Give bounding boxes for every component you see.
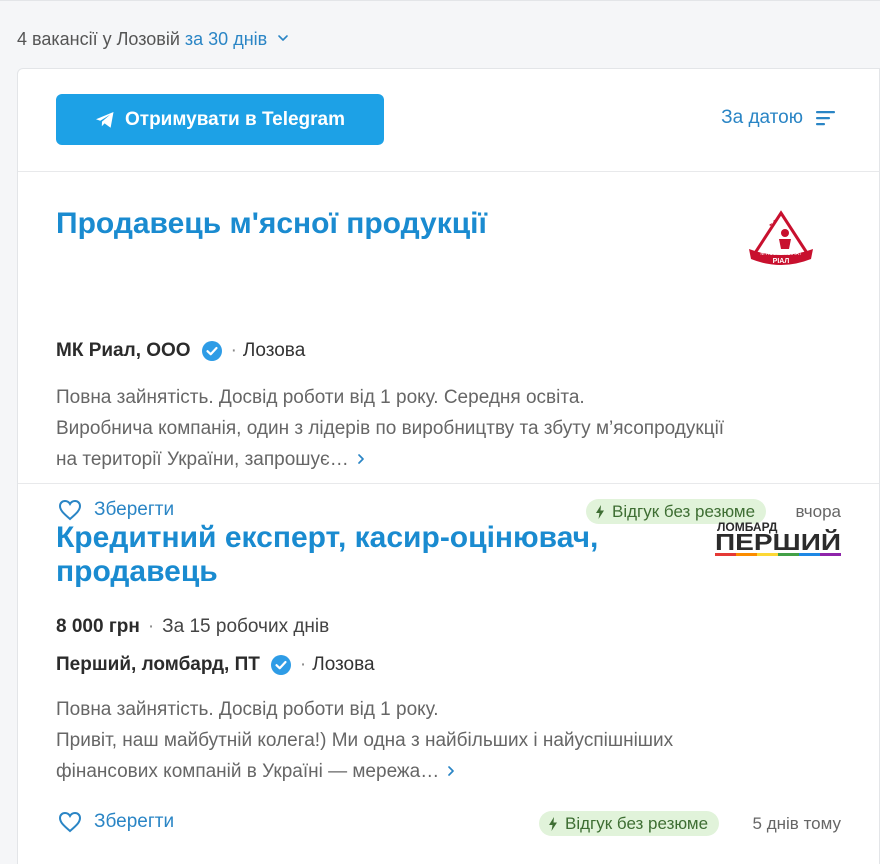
vacancy-list-card: Отримувати в Telegram За датою Продавець… xyxy=(17,68,880,864)
company-logo-rial: М'ЯСОКОМБІНАТ РІАЛ xyxy=(749,210,813,265)
list-toolbar: Отримувати в Telegram За датою xyxy=(18,69,879,172)
separator-dot: · xyxy=(147,616,155,637)
sort-label: За датою xyxy=(721,107,803,128)
telegram-icon xyxy=(95,111,114,128)
sort-lines-icon xyxy=(816,111,835,126)
description-line: Повна зайнятість. Досвід роботи від 1 ро… xyxy=(56,387,585,408)
period-dropdown[interactable]: за 30 днів xyxy=(185,29,290,50)
save-button[interactable]: Зберегти xyxy=(58,811,174,833)
company-line: МК Риал, ООО · Лозова xyxy=(56,340,305,362)
chevron-right-icon[interactable] xyxy=(445,764,457,778)
separator-dot: · xyxy=(299,654,307,675)
company-logo-pershyi: ЛОМБАРД ПЕРШИЙ xyxy=(715,520,841,556)
save-label: Зберегти xyxy=(94,811,175,832)
posted-time: 5 днів тому xyxy=(752,814,841,833)
company-name[interactable]: Перший, ломбард, ПТ xyxy=(56,654,260,676)
company-line: Перший, ломбард, ПТ · Лозова xyxy=(56,654,375,676)
company-name[interactable]: МК Риал, ООО xyxy=(56,340,191,362)
title-line: Кредитний експерт, касир-оцінювач, xyxy=(56,521,599,554)
period-label: за 30 днів xyxy=(184,29,268,49)
description-line: на території України, запрошує… xyxy=(56,449,349,470)
vacancy-description: Повна зайнятість. Досвід роботи від 1 ро… xyxy=(56,694,816,787)
vacancy-card: Продавець м'ясної продукції М'ЯСОКОМБІНА… xyxy=(18,172,879,524)
lightning-icon xyxy=(549,816,557,831)
chevron-right-icon[interactable] xyxy=(355,452,367,466)
title-line: продавець xyxy=(56,555,218,588)
results-summary: 4 вакансії у Лозовій за 30 днів xyxy=(17,29,290,50)
vacancy-description: Повна зайнятість. Досвід роботи від 1 ро… xyxy=(56,382,816,475)
results-count: 4 вакансії у Лозовій xyxy=(17,29,180,49)
vacancy-title-link[interactable]: Продавець м'ясної продукції xyxy=(56,207,696,241)
pay-period: За 15 робочих днів xyxy=(162,616,330,637)
badge-label: Відгук без резюме xyxy=(565,813,709,833)
chevron-down-icon xyxy=(278,35,289,41)
salary-line: 8 000 грн · За 15 робочих днів xyxy=(56,616,329,638)
verified-check-icon xyxy=(201,341,222,361)
heart-outline-icon xyxy=(58,811,82,833)
description-line: Привіт, наш майбутній колега!) Ми одна з… xyxy=(56,730,674,751)
description-line: Виробнича компанія, один з лідерів по ви… xyxy=(56,418,725,439)
vacancy-title-link[interactable]: Кредитний експерт, касир-оцінювач, прода… xyxy=(56,521,598,589)
separator-dot: · xyxy=(230,340,237,361)
company-city: Лозова xyxy=(242,340,306,361)
description-line: фінансових компаній в Україні — мережа… xyxy=(56,761,440,782)
rial-logo-bottom-text: РІАЛ xyxy=(773,258,790,265)
telegram-button-label: Отримувати в Telegram xyxy=(124,108,346,130)
rial-logo-top-text: М'ЯСОКОМБІНАТ xyxy=(760,251,801,257)
vacancy-card: Кредитний експерт, касир-оцінювач, прода… xyxy=(18,484,879,864)
description-line: Повна зайнятість. Досвід роботи від 1 ро… xyxy=(56,699,439,720)
salary-amount: 8 000 грн xyxy=(56,616,140,637)
quick-apply-badge: Відгук без резюме xyxy=(539,811,720,836)
sort-dropdown[interactable]: За датою xyxy=(721,107,837,129)
verified-check-icon xyxy=(270,655,291,675)
telegram-subscribe-button[interactable]: Отримувати в Telegram xyxy=(56,94,384,145)
pershyi-logo-bottom-text: ПЕРШИЙ xyxy=(715,528,841,555)
company-city: Лозова xyxy=(312,654,375,675)
